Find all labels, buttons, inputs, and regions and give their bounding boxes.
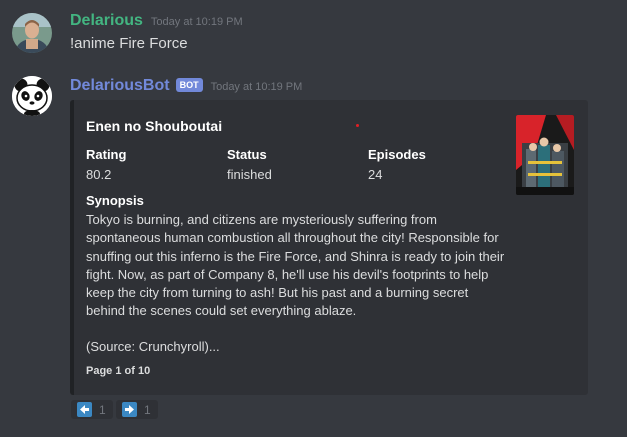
username[interactable]: Delarious	[70, 12, 143, 30]
reaction-next[interactable]: 1	[116, 400, 158, 419]
reaction-count: 1	[144, 402, 151, 417]
bot-avatar[interactable]	[12, 76, 52, 116]
field-rating: Rating 80.2	[86, 147, 226, 182]
field-name: Status	[227, 147, 267, 162]
reaction-count: 1	[99, 402, 106, 417]
red-dot	[356, 124, 359, 127]
field-value: 24	[368, 167, 383, 182]
synopsis-source: (Source: Crunchyroll)...	[86, 339, 220, 354]
embed-card: Enen no Shouboutai Rating 80.2 Status fi…	[70, 100, 588, 395]
synopsis-label: Synopsis	[86, 193, 144, 208]
reaction-previous[interactable]: 1	[71, 400, 113, 419]
field-value: finished	[227, 167, 272, 182]
field-episodes: Episodes 24	[368, 147, 508, 182]
bot-badge: BOT	[175, 78, 203, 92]
field-value: 80.2	[86, 167, 112, 182]
field-status: Status finished	[227, 147, 367, 182]
field-name: Episodes	[368, 147, 426, 162]
message-content: !anime Fire Force	[70, 35, 188, 52]
arrow-left-icon	[77, 402, 92, 417]
panda-icon	[12, 76, 52, 116]
chat-view: Delarious Today at 10:19 PM !anime Fire …	[0, 0, 627, 437]
anime-cover-image[interactable]	[516, 115, 574, 195]
timestamp: Today at 10:19 PM	[210, 81, 303, 93]
synopsis-text: Tokyo is burning, and citizens are myste…	[86, 212, 505, 319]
timestamp: Today at 10:19 PM	[150, 16, 243, 28]
bot-username[interactable]: DelariousBot	[70, 77, 170, 95]
arrow-right-icon	[122, 402, 137, 417]
user-avatar[interactable]	[12, 13, 52, 53]
embed-title[interactable]: Enen no Shouboutai	[86, 118, 222, 134]
embed-footer: Page 1 of 10	[86, 365, 151, 377]
field-name: Rating	[86, 147, 127, 162]
